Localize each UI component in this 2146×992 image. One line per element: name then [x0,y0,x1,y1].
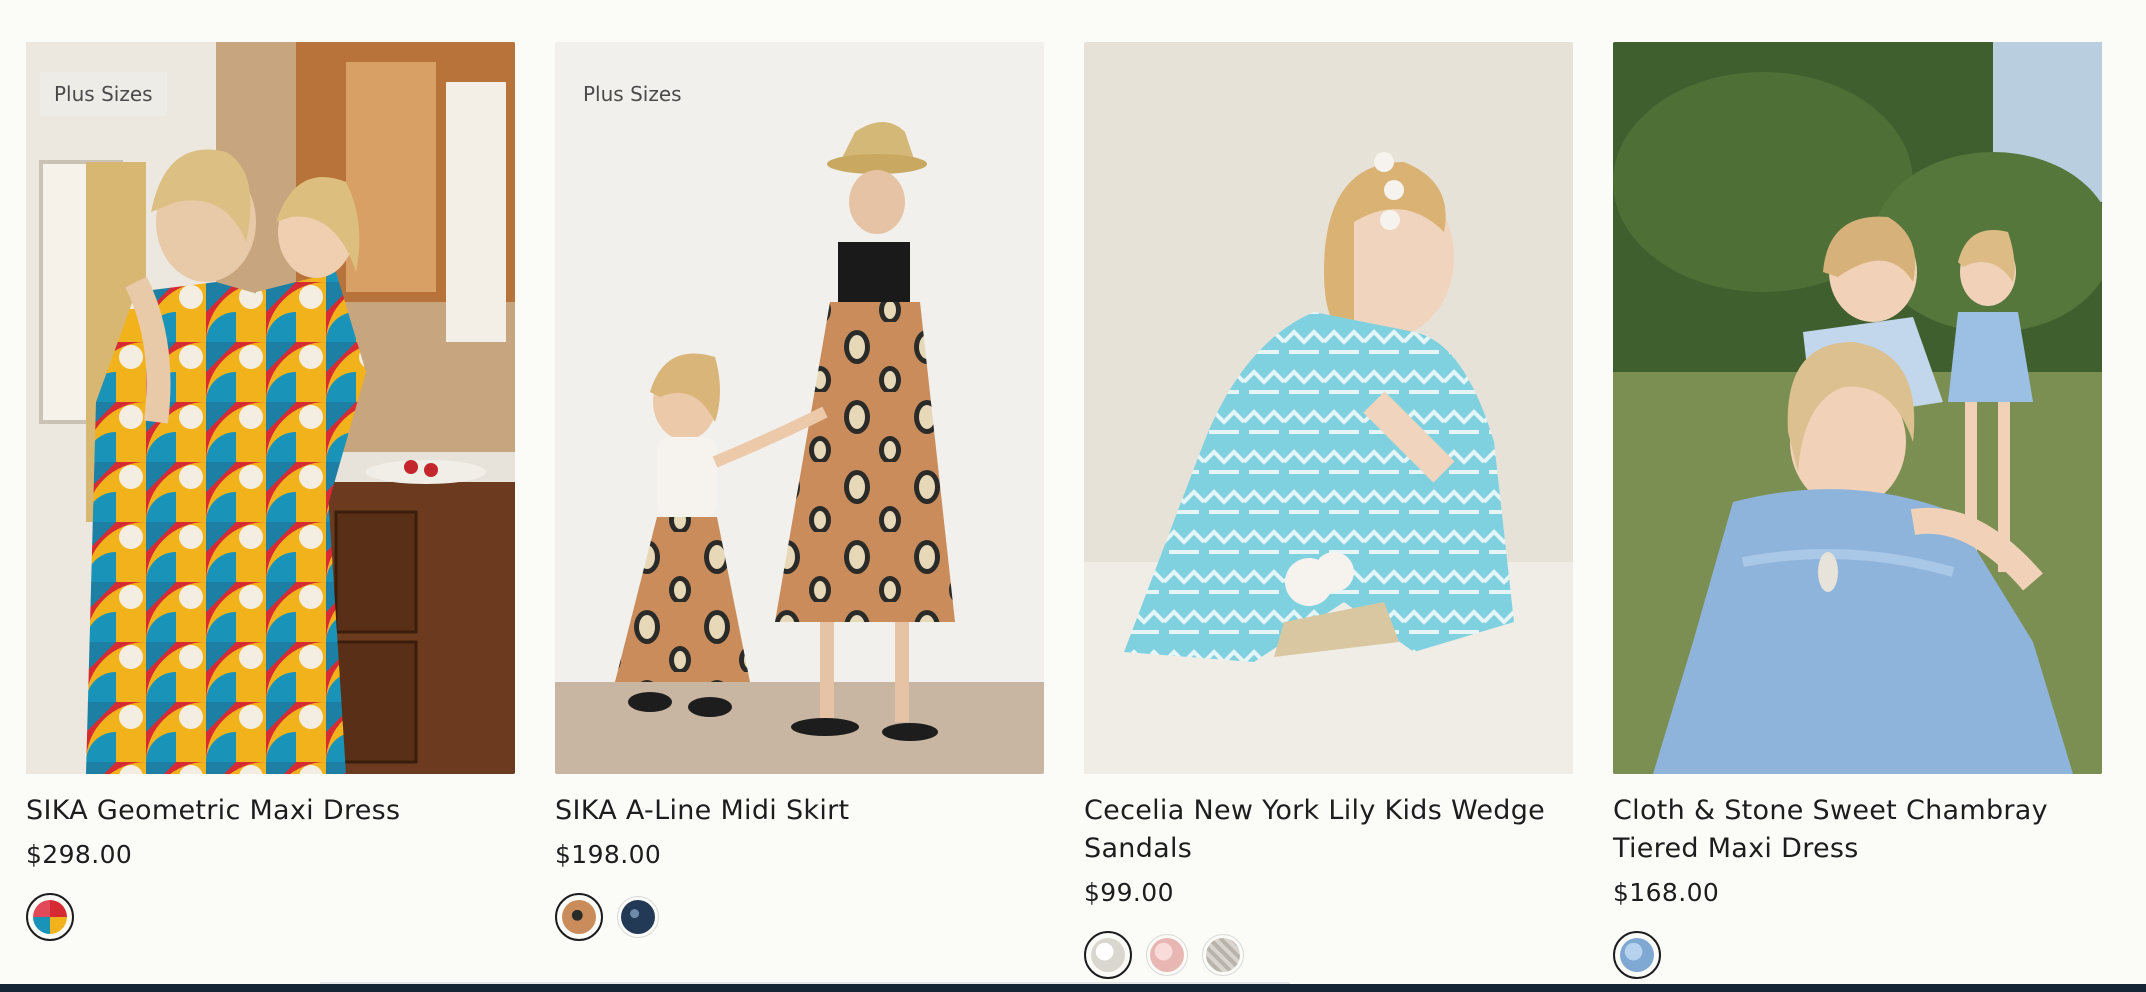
plus-sizes-badge: Plus Sizes [583,82,682,106]
product-grid: Plus Sizes SIKA Geometric Maxi Dress $29… [26,42,2102,979]
color-swatches [1084,931,1573,979]
product-price: $168.00 [1613,878,1720,907]
product-title[interactable]: SIKA Geometric Maxi Dress [26,792,515,830]
plus-sizes-badge: Plus Sizes [40,72,167,116]
color-swatches [1613,931,2102,979]
footer-edge [0,984,2146,992]
product-image[interactable] [1084,42,1573,774]
product-price: $99.00 [1084,878,1174,907]
color-swatches [26,893,515,941]
product-photo-wedge-sandals [1084,42,1573,774]
color-swatch-pink[interactable] [1146,934,1188,976]
product-title[interactable]: Cloth & Stone Sweet Chambray Tiered Maxi… [1613,792,2102,868]
product-card[interactable]: Plus Sizes SIKA A-Line Midi Skirt $198.0… [555,42,1044,979]
product-card[interactable]: Plus Sizes SIKA Geometric Maxi Dress $29… [26,42,515,979]
color-swatch-navy[interactable] [617,896,659,938]
product-price: $198.00 [555,840,662,869]
product-card[interactable]: Cecelia New York Lily Kids Wedge Sandals… [1084,42,1573,979]
product-title[interactable]: Cecelia New York Lily Kids Wedge Sandals [1084,792,1573,868]
color-swatch-multicolor[interactable] [26,893,74,941]
product-title[interactable]: SIKA A-Line Midi Skirt [555,792,1044,830]
color-swatch-chambray[interactable] [1613,931,1661,979]
product-image[interactable] [1613,42,2102,774]
product-image[interactable]: Plus Sizes [26,42,515,774]
color-swatches [555,893,1044,941]
product-image[interactable]: Plus Sizes [555,42,1044,774]
color-swatch-white[interactable] [1084,931,1132,979]
color-swatch-orange-zebra[interactable] [555,893,603,941]
product-photo-chambray-dress [1613,42,2102,774]
color-swatch-silver[interactable] [1202,934,1244,976]
product-photo-kitchen [26,42,515,774]
product-price: $298.00 [26,840,133,869]
product-photo-zebra-skirts [555,42,1044,774]
product-card[interactable]: Cloth & Stone Sweet Chambray Tiered Maxi… [1613,42,2102,979]
